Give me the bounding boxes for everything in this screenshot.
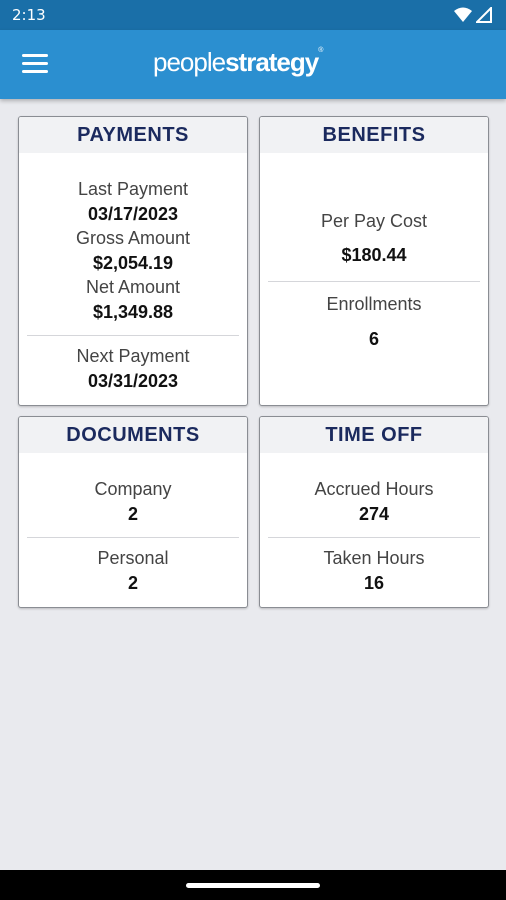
brand-logo: peoplestrategy® xyxy=(153,47,323,78)
enrollments-value: 6 xyxy=(368,329,379,349)
home-gesture-handle[interactable] xyxy=(186,883,320,888)
brand-logo-part2: strategy xyxy=(225,47,319,77)
net-amount-label: Net Amount xyxy=(85,277,181,297)
benefits-title: BENEFITS xyxy=(260,117,488,153)
accrued-hours-value: 274 xyxy=(358,504,390,524)
app-bar: peoplestrategy® xyxy=(0,30,506,99)
gross-amount-value: $2,054.19 xyxy=(92,253,174,273)
status-icons xyxy=(454,7,492,23)
signal-icon xyxy=(476,7,492,23)
personal-value: 2 xyxy=(127,573,138,593)
documents-title: DOCUMENTS xyxy=(19,417,247,453)
net-amount-value: $1,349.88 xyxy=(92,302,174,322)
taken-hours-value: 16 xyxy=(363,573,385,593)
per-pay-cost-value: $180.44 xyxy=(341,245,407,265)
last-payment-label: Last Payment xyxy=(77,179,189,199)
next-payment-label: Next Payment xyxy=(76,346,190,366)
system-nav-bar xyxy=(0,870,506,900)
payments-title: PAYMENTS xyxy=(19,117,247,153)
brand-logo-part1: people xyxy=(153,47,226,77)
payments-card[interactable]: PAYMENTS Last Payment 03/17/2023 Gross A… xyxy=(18,116,248,406)
status-bar: 2:13 xyxy=(0,0,506,30)
next-payment-value: 03/31/2023 xyxy=(87,371,179,391)
divider xyxy=(268,281,480,282)
taken-hours-label: Taken Hours xyxy=(323,548,425,568)
status-time: 2:13 xyxy=(12,6,46,24)
gross-amount-label: Gross Amount xyxy=(75,228,191,248)
wifi-icon xyxy=(454,7,472,22)
brand-trademark: ® xyxy=(318,47,324,54)
company-value: 2 xyxy=(127,504,138,524)
time-off-title: TIME OFF xyxy=(260,417,488,453)
divider xyxy=(27,537,239,538)
divider xyxy=(27,335,239,336)
per-pay-cost-label: Per Pay Cost xyxy=(320,211,428,231)
documents-card[interactable]: DOCUMENTS Company 2 Personal 2 xyxy=(18,416,248,608)
personal-label: Personal xyxy=(97,548,169,568)
last-payment-value: 03/17/2023 xyxy=(87,204,179,224)
company-label: Company xyxy=(94,479,172,499)
divider xyxy=(268,537,480,538)
accrued-hours-label: Accrued Hours xyxy=(314,479,434,499)
time-off-card[interactable]: TIME OFF Accrued Hours 274 Taken Hours 1… xyxy=(259,416,489,608)
menu-icon[interactable] xyxy=(22,54,48,76)
enrollments-label: Enrollments xyxy=(326,294,422,314)
benefits-card[interactable]: BENEFITS Per Pay Cost $180.44 Enrollment… xyxy=(259,116,489,406)
